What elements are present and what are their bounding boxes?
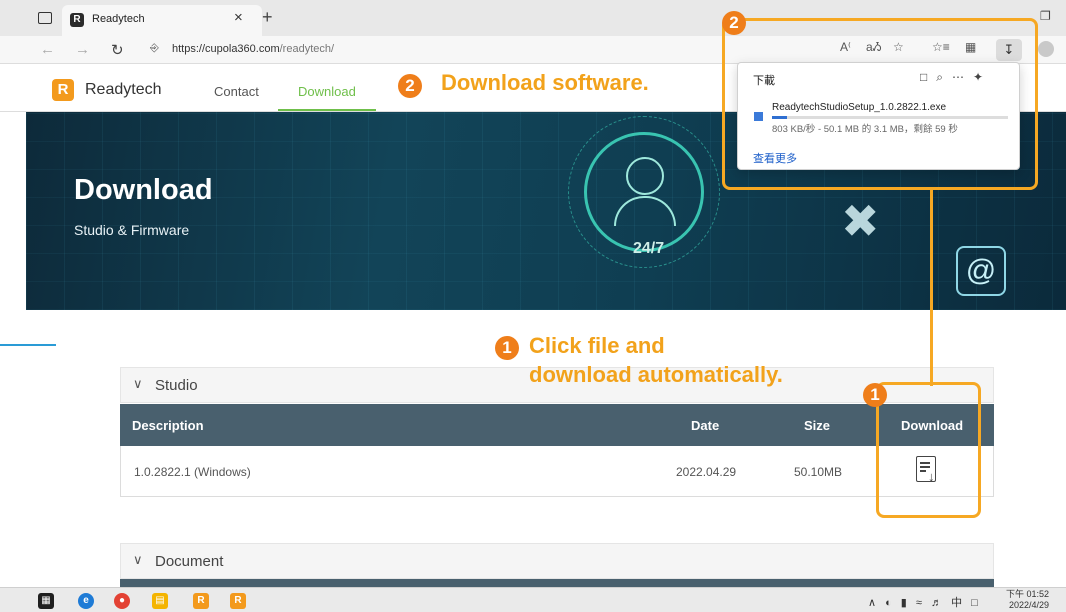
col-size: Size [804, 418, 831, 433]
nav-download-link[interactable]: Download [298, 84, 356, 99]
document-table-header [120, 579, 994, 587]
start-icon[interactable]: ▦ [38, 593, 54, 609]
downloads-panel-actions[interactable]: □⌕⋯✦ [920, 70, 992, 85]
page-title: Download [74, 174, 213, 206]
email-at-icon: @ [956, 246, 1006, 296]
document-section-header[interactable]: ∨ Document [120, 543, 994, 579]
tab-title: Readytech [92, 13, 145, 25]
studio-table-header: Description Date Size Download [120, 404, 994, 446]
download-filename[interactable]: ReadytechStudioSetup_1.0.2822.1.exe [772, 102, 946, 113]
annotation-connector [930, 190, 933, 386]
clock-date: 2022/4/29 [1008, 600, 1050, 610]
row-date: 2022.04.29 [676, 465, 737, 479]
browser-tab[interactable]: R Readytech × [62, 5, 262, 36]
support-247-label: 24/7 [633, 240, 665, 257]
back-icon[interactable]: ← [40, 41, 55, 58]
download-progress-bar [772, 116, 1008, 119]
step1-badge: 1 [495, 336, 519, 360]
lock-icon[interactable]: ⎆ [150, 42, 159, 55]
windows-taskbar: ▦ e ● ▤ R R ∧ ◐ ▮ ≈ ♬ 中 □ 下午 01:52 2022/… [0, 587, 1066, 612]
system-tray[interactable]: ∧ ◐ ▮ ≈ ♬ 中 □ [868, 594, 981, 610]
edge-icon[interactable]: e [78, 593, 94, 609]
file-explorer-icon[interactable]: ▤ [152, 593, 168, 609]
clock-time: 下午 01:52 [1006, 589, 1050, 599]
profile-avatar[interactable] [1038, 41, 1054, 57]
downloads-panel: 下載 □⌕⋯✦ ReadytechStudioSetup_1.0.2822.1.… [737, 62, 1020, 170]
exe-file-icon [754, 112, 763, 121]
studio-section-label: Studio [155, 377, 198, 394]
readytech-logo-icon[interactable]: R [52, 79, 74, 101]
table-row: 1.0.2822.1 (Windows) 2022.04.29 50.10MB … [120, 446, 994, 497]
download-progress-fill [772, 116, 787, 119]
row-size: 50.10MB [794, 465, 843, 479]
ime-indicator[interactable]: 中 [951, 597, 965, 609]
brand-name[interactable]: Readytech [85, 81, 162, 99]
chrome-icon[interactable]: ● [114, 593, 130, 609]
tools-icon: ✖ [841, 195, 880, 247]
support-agent-icon [626, 157, 664, 195]
step1-instruction-line1: Click file and [529, 333, 665, 358]
step1-badge-cell: 1 [863, 383, 887, 407]
chevron-down-icon: ∨ [133, 552, 143, 567]
nav-contact-link[interactable]: Contact [214, 84, 259, 99]
restore-icon[interactable]: ❐ [1040, 9, 1051, 23]
nav-active-indicator [278, 109, 376, 111]
col-description: Description [132, 418, 204, 433]
tab-actions-icon[interactable] [38, 12, 52, 24]
page-subtitle: Studio & Firmware [74, 222, 190, 238]
readytech-app-icon[interactable]: R [193, 593, 209, 609]
site-favicon-icon: R [70, 13, 84, 27]
step1-instruction-line2: download automatically. [529, 362, 783, 387]
download-progress-text: 803 KB/秒 - 50.1 MB 的 3.1 MB，剩餘 59 秒 [772, 124, 958, 135]
see-more-link[interactable]: 查看更多 [753, 150, 797, 166]
col-date: Date [691, 418, 720, 433]
step2-badge-top: 2 [722, 11, 746, 35]
annotation-box-step1 [876, 382, 981, 518]
url-path: /readytech/ [279, 43, 335, 55]
step2-instruction: Download software. [441, 70, 649, 95]
address-url[interactable]: https://cupola360.com/readytech/ [172, 43, 334, 55]
url-host: https://cupola360.com [172, 43, 280, 55]
document-section-label: Document [155, 553, 224, 570]
side-accent-line [0, 344, 56, 346]
row-description: 1.0.2822.1 (Windows) [134, 465, 251, 479]
reload-icon[interactable]: ↻ [111, 41, 124, 59]
tab-close-icon[interactable]: × [234, 9, 243, 26]
downloads-panel-title: 下載 [753, 75, 775, 87]
readytech-studio-icon[interactable]: R [230, 593, 246, 609]
chevron-down-icon: ∨ [133, 376, 143, 391]
new-tab-button[interactable]: + [262, 7, 273, 28]
forward-icon[interactable]: → [75, 41, 90, 58]
clock[interactable]: 下午 01:52 2022/4/29 [1006, 589, 1049, 611]
step2-badge: 2 [398, 74, 422, 98]
